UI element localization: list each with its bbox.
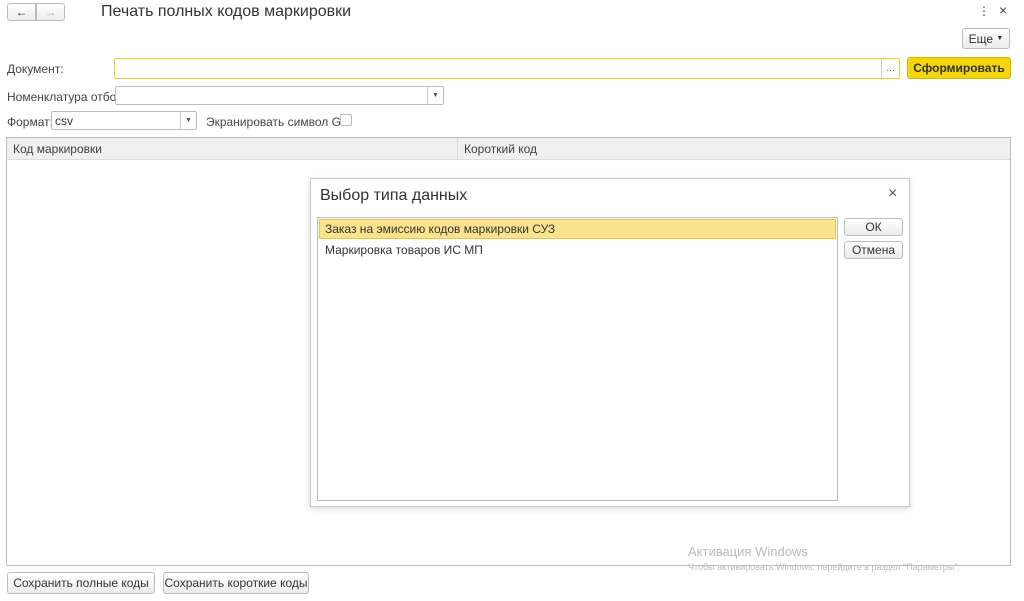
column-header-short-code[interactable]: Короткий код	[464, 142, 537, 156]
forward-button[interactable]: →	[36, 3, 65, 21]
document-field[interactable]: ...	[114, 58, 900, 79]
dialog-close-icon[interactable]: ×	[888, 185, 897, 203]
back-button[interactable]: ←	[7, 3, 36, 21]
document-label: Документ:	[7, 62, 64, 76]
close-icon[interactable]: ×	[999, 2, 1007, 18]
table-header: Код маркировки Короткий код	[7, 138, 1010, 160]
dialog-title: Выбор типа данных	[320, 187, 468, 204]
gs-checkbox[interactable]	[340, 114, 352, 126]
more-button[interactable]: Еще ▼	[962, 28, 1010, 49]
format-value: csv	[55, 114, 73, 128]
page-title: Печать полных кодов маркировки	[101, 3, 352, 20]
format-field[interactable]: csv ▼	[51, 111, 197, 130]
type-list[interactable]: Заказ на эмиссию кодов маркировки СУЗ Ма…	[317, 217, 838, 501]
save-short-codes-button[interactable]: Сохранить короткие коды	[163, 572, 309, 594]
list-item[interactable]: Заказ на эмиссию кодов маркировки СУЗ	[319, 219, 836, 239]
chevron-down-icon[interactable]: ▼	[427, 87, 443, 104]
menu-icon[interactable]: ⋮	[978, 4, 990, 18]
column-header-code[interactable]: Код маркировки	[13, 142, 102, 156]
chevron-down-icon: ▼	[996, 35, 1004, 42]
select-button[interactable]: ...	[881, 59, 899, 78]
format-label: Формат:	[7, 115, 53, 129]
gs-label: Экранировать символ GS:	[206, 115, 353, 129]
nomenclature-field[interactable]: ▼	[115, 86, 444, 105]
more-label: Еще	[968, 31, 994, 46]
cancel-button[interactable]: Отмена	[844, 241, 903, 259]
watermark-text: Чтобы активировать Windows, перейдите в …	[688, 562, 960, 572]
nomenclature-label: Номенклатура отбор:	[7, 90, 127, 104]
generate-button[interactable]: Сформировать	[907, 57, 1011, 79]
chevron-down-icon[interactable]: ▼	[180, 112, 196, 129]
watermark-title: Активация Windows	[688, 544, 808, 559]
list-item[interactable]: Маркировка товаров ИС МП	[319, 240, 836, 260]
ok-button[interactable]: ОК	[844, 218, 903, 236]
data-type-dialog: Выбор типа данных × Заказ на эмиссию код…	[310, 178, 910, 507]
save-full-codes-button[interactable]: Сохранить полные коды	[7, 572, 155, 594]
